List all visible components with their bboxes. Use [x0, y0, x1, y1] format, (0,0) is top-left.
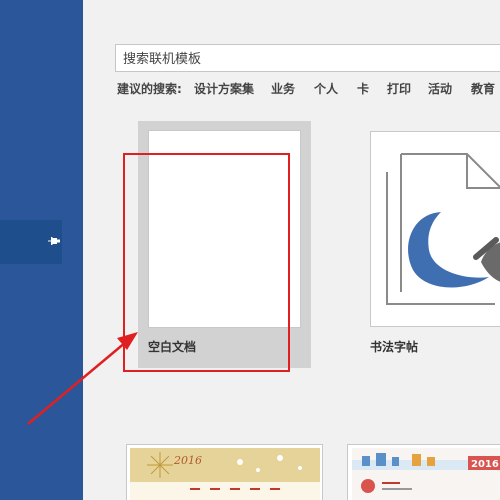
- annotation-arrow: [27, 332, 138, 425]
- calendar-template-image: 2016: [130, 448, 320, 500]
- calendar-year-label-2: 2016: [471, 459, 499, 470]
- calendar-year-label: 2016: [173, 454, 202, 467]
- calendar-template-image-2: 2016: [352, 448, 500, 500]
